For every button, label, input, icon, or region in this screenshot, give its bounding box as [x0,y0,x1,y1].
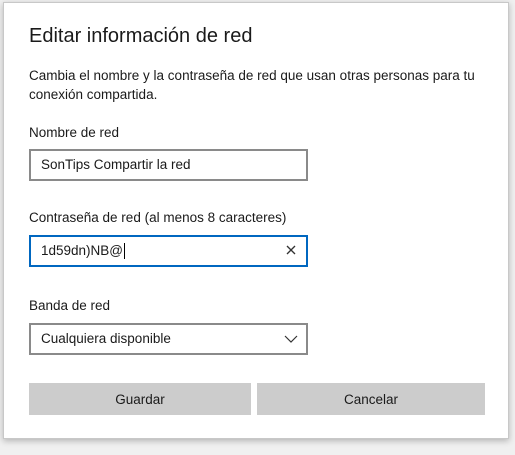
network-band-select[interactable]: Cualquiera disponible [29,323,308,355]
save-button[interactable]: Guardar [29,383,251,415]
network-name-input[interactable]: SonTips Compartir la red [29,149,308,181]
network-band-selected: Cualquiera disponible [41,331,171,346]
password-value-wrap: 1d59dn)NB@ [41,237,126,265]
edit-network-dialog: Editar información de red Cambia el nomb… [3,2,509,439]
network-name-label: Nombre de red [29,125,120,140]
cancel-button[interactable]: Cancelar [257,383,485,415]
dialog-title: Editar información de red [29,25,253,47]
text-caret [124,243,126,260]
password-input[interactable]: 1d59dn)NB@ [29,235,308,267]
close-icon[interactable] [284,243,298,257]
password-value: 1d59dn)NB@ [41,243,124,258]
chevron-down-icon [284,335,298,343]
network-name-value: SonTips Compartir la red [41,157,191,172]
password-label: Contraseña de red (al menos 8 caracteres… [29,210,287,225]
network-band-label: Banda de red [29,298,111,313]
dialog-description: Cambia el nombre y la contraseña de red … [29,68,475,102]
